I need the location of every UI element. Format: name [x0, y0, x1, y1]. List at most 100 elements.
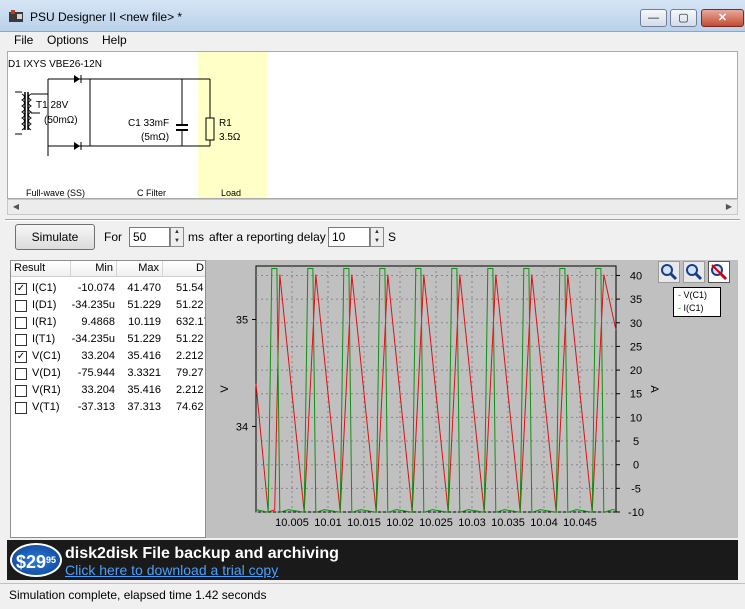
schematic-scrollbar[interactable]: ◀ ▶	[7, 199, 738, 215]
duration-input[interactable]: 50	[129, 227, 170, 247]
column-min[interactable]: Min	[71, 261, 117, 277]
y-right-tick-label: 5	[633, 436, 639, 448]
window-title: PSU Designer II <new file> *	[30, 10, 183, 24]
banner-download-link[interactable]: Click here to download a trial copy	[65, 562, 278, 578]
row-name: V(C1)	[32, 350, 61, 362]
section-load-label: Load	[221, 188, 242, 198]
y-right-axis-label: A	[648, 385, 660, 393]
section-fullwave-label: Full-wave (SS)	[26, 188, 86, 198]
capacitor-label: C1 33mF	[128, 118, 170, 129]
column-result[interactable]: Result	[11, 261, 71, 277]
menu-file[interactable]: File	[14, 33, 33, 47]
y-right-tick-label: -5	[631, 483, 641, 495]
row-delta: 74.62	[176, 401, 204, 413]
menu-options[interactable]: Options	[47, 33, 88, 47]
row-checkbox[interactable]	[15, 334, 27, 346]
menu-help[interactable]: Help	[102, 33, 127, 47]
row-min: -37.313	[77, 401, 115, 413]
table-row[interactable]: ✓ I(C1) -10.074 41.470 51.54	[11, 280, 205, 297]
ad-banner[interactable]: $2995 disk2disk File backup and archivin…	[7, 540, 738, 580]
row-name: I(C1)	[32, 282, 57, 294]
row-delta: 79.27	[176, 367, 204, 379]
scroll-left-icon[interactable]: ◀	[9, 201, 23, 213]
row-delta: 51.54	[176, 282, 204, 294]
column-max[interactable]: Max	[117, 261, 163, 277]
table-row[interactable]: I(D1) -34.235u 51.229 51.22	[11, 297, 205, 314]
minimize-button[interactable]: —	[640, 9, 667, 27]
row-min: -10.074	[77, 282, 115, 294]
row-checkbox[interactable]	[15, 300, 27, 312]
table-row[interactable]: I(T1) -34.235u 51.229 51.22	[11, 331, 205, 348]
row-delta: 51.22	[176, 299, 204, 311]
row-name: I(T1)	[32, 333, 56, 345]
results-header: Result Min Max D	[11, 261, 205, 277]
scroll-right-icon[interactable]: ▶	[722, 201, 736, 213]
duration-spinner[interactable]: ▲ ▼	[170, 227, 184, 247]
simulate-button[interactable]: Simulate	[15, 224, 95, 250]
price-cents: 95	[46, 555, 57, 565]
legend-item: - V(C1)	[678, 290, 707, 300]
line-chart[interactable]: 10.005 10.01 10.015 10.02 10.025 10.03 10.035 1…	[206, 260, 738, 538]
table-row[interactable]: V(D1) -75.944 3.3321 79.27	[11, 365, 205, 382]
status-bar: Simulation complete, elapsed time 1.42 s…	[0, 583, 745, 605]
maximize-button[interactable]: ▢	[670, 9, 697, 27]
row-min: 33.204	[81, 384, 115, 396]
results-list[interactable]: Result Min Max D ✓ I(C1) -10.074 41.470 51.5…	[10, 260, 206, 538]
y-left-tick-label: 35	[236, 314, 248, 326]
row-max: 3.3321	[127, 367, 161, 379]
row-name: I(D1)	[32, 299, 57, 311]
row-max: 37.313	[127, 401, 161, 413]
x-tick-label: 10.025	[419, 517, 453, 529]
close-button[interactable]: ✕	[701, 9, 744, 27]
menu-bar: File Options Help	[0, 32, 745, 50]
y-right-tick-label: 10	[630, 412, 642, 424]
title-bar[interactable]: PSU Designer II <new file> * — ▢ ✕	[0, 0, 745, 32]
zoom-out-icon[interactable]	[683, 261, 705, 283]
banner-title: disk2disk File backup and archiving	[65, 545, 339, 562]
plot-area[interactable]: 10.005 10.01 10.015 10.02 10.025 10.03 10.035 1…	[206, 260, 738, 538]
delay-input[interactable]: 10	[328, 227, 370, 247]
ms-label: ms	[188, 230, 204, 244]
row-min: -34.235u	[71, 299, 115, 311]
row-name: I(R1)	[32, 316, 57, 328]
row-checkbox[interactable]: ✓	[15, 283, 27, 295]
row-min: -75.944	[77, 367, 115, 379]
delay-label: after a reporting delay of	[209, 230, 340, 244]
transformer-resistance: (50mΩ)	[44, 115, 78, 126]
table-row[interactable]: ✓ V(C1) 33.204 35.416 2.212	[11, 348, 205, 365]
row-checkbox[interactable]	[15, 317, 27, 329]
y-left-tick-label: 34	[236, 421, 248, 433]
row-name: V(D1)	[32, 367, 61, 379]
table-row[interactable]: V(R1) 33.204 35.416 2.212	[11, 382, 205, 399]
x-tick-label: 10.04	[530, 517, 558, 529]
row-checkbox[interactable]: ✓	[15, 351, 27, 363]
circuit-diagram	[15, 75, 215, 156]
row-name: V(T1)	[32, 401, 60, 413]
row-min: 33.204	[81, 350, 115, 362]
y-right-tick-label: 0	[633, 460, 639, 472]
legend-label: V(C1)	[683, 290, 708, 300]
separator	[5, 219, 740, 221]
row-checkbox[interactable]	[15, 385, 27, 397]
rectifier-label: D1 IXYS VBE26-12N	[8, 59, 102, 70]
row-checkbox[interactable]	[15, 402, 27, 414]
x-tick-label: 10.015	[347, 517, 381, 529]
x-tick-label: 10.005	[275, 517, 309, 529]
table-row[interactable]: I(R1) 9.4868 10.119 632.17	[11, 314, 205, 331]
row-max: 35.416	[127, 350, 161, 362]
zoom-in-icon[interactable]	[658, 261, 680, 283]
row-max: 51.229	[127, 333, 161, 345]
price-badge: $2995	[10, 543, 62, 577]
y-right-tick-label: 30	[630, 318, 642, 330]
zoom-reset-icon[interactable]	[708, 261, 730, 283]
row-min: 9.4868	[81, 316, 115, 328]
delay-spinner[interactable]: ▲ ▼	[370, 227, 384, 247]
table-row[interactable]: V(T1) -37.313 37.313 74.62	[11, 399, 205, 416]
x-tick-label: 10.02	[386, 517, 414, 529]
y-right-tick-label: 40	[630, 270, 642, 282]
schematic-canvas[interactable]: D1 IXYS VBE26-12N T1 28V (50mΩ) C1 33mF …	[7, 51, 738, 199]
row-checkbox[interactable]	[15, 368, 27, 380]
for-label: For	[104, 230, 122, 244]
column-delta[interactable]: D	[163, 261, 205, 277]
transformer-label: T1 28V	[36, 100, 69, 111]
